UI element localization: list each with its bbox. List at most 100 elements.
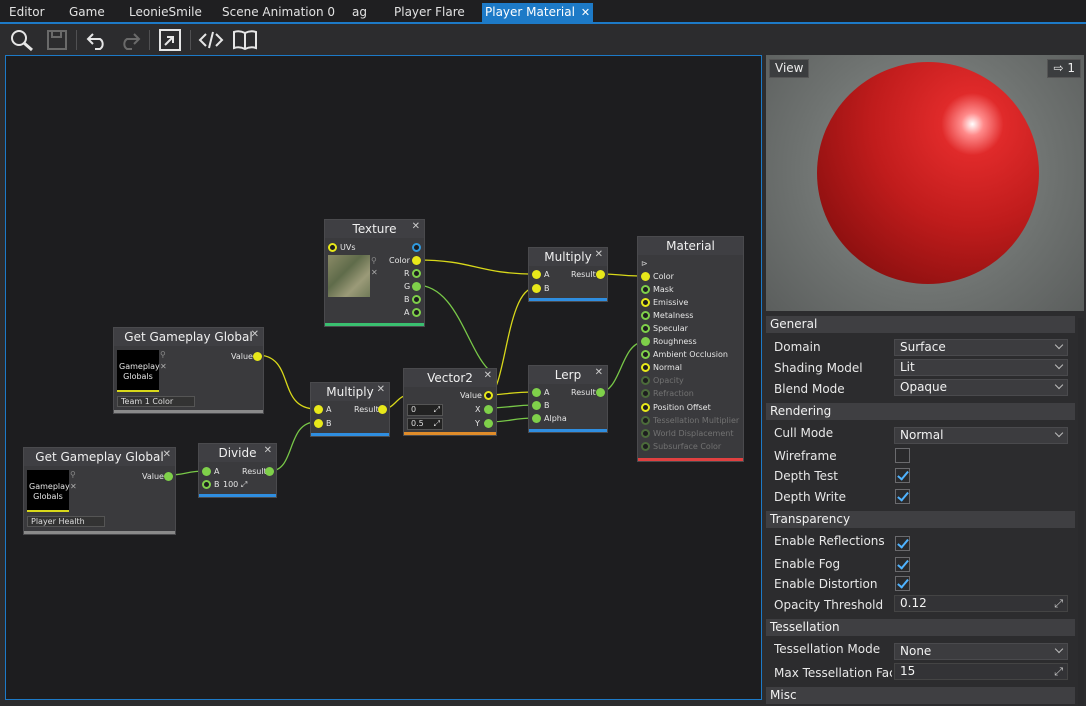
view-button[interactable]: View (769, 59, 810, 78)
a-input-port[interactable] (532, 270, 541, 279)
tab-player-material[interactable]: Player Material ✕ (482, 3, 594, 22)
section-misc[interactable]: Misc (766, 687, 1075, 704)
b-output-port[interactable] (412, 295, 421, 304)
get-gameplay-global-node[interactable]: Get Gameplay Global ✕ Value Gameplay Glob… (23, 447, 176, 535)
docs-icon[interactable] (231, 27, 259, 53)
close-icon[interactable]: ✕ (412, 218, 420, 236)
domain-dropdown[interactable]: Surface (894, 339, 1068, 356)
global-variable-select[interactable]: Team 1 Color (117, 396, 195, 407)
clear-icon[interactable]: ✕ (70, 482, 77, 492)
shading-model-dropdown[interactable]: Lit (894, 359, 1068, 376)
divide-node[interactable]: Divide ✕ A B 100 ⤢ Result (198, 443, 277, 498)
blend-mode-dropdown[interactable]: Opaque (894, 379, 1068, 396)
result-output-port[interactable] (265, 467, 274, 476)
pick-icon[interactable]: ⚲ (160, 350, 166, 360)
material-input-port[interactable] (641, 350, 650, 359)
a-input-port[interactable] (532, 388, 541, 397)
close-icon[interactable]: ✕ (581, 6, 590, 19)
uvs-input-port[interactable] (328, 243, 337, 252)
tab-scene-animation[interactable]: Scene Animation 0 (219, 3, 338, 22)
a-input-port[interactable] (314, 405, 323, 414)
source-code-icon[interactable] (197, 27, 225, 53)
a-output-port[interactable] (412, 308, 421, 317)
save-icon[interactable] (43, 27, 71, 53)
pick-icon[interactable]: ⚲ (70, 470, 76, 480)
get-gameplay-global-node[interactable]: Get Gameplay Global ✕ Value Gameplay Glob… (113, 327, 264, 414)
max-tessellation-factor-input[interactable]: 15 ⤢ (894, 663, 1068, 680)
slider-drag-icon[interactable]: ⤢ (1054, 596, 1063, 611)
material-input-port[interactable] (641, 285, 650, 294)
material-input-port[interactable] (641, 403, 650, 412)
material-input-port[interactable] (641, 337, 650, 346)
camera-speed-button[interactable]: ⇨ 1 (1047, 59, 1081, 78)
color-output-port[interactable] (412, 256, 421, 265)
tab-ag[interactable]: ag (349, 3, 370, 22)
material-graph-canvas[interactable]: Texture ✕ UVs ⚲ ✕ Color R G B A Multiply ✕… (5, 55, 762, 700)
alpha-input-port[interactable] (532, 414, 541, 423)
g-output-port[interactable] (412, 282, 421, 291)
b-input-port[interactable] (532, 284, 541, 293)
material-input-port[interactable] (641, 311, 650, 320)
a-input-port[interactable] (202, 467, 211, 476)
material-input-port[interactable] (641, 272, 650, 281)
x-output-port[interactable] (484, 405, 493, 414)
r-output-port[interactable] (412, 269, 421, 278)
result-output-port[interactable] (596, 388, 605, 397)
opacity-threshold-input[interactable]: 0.12 ⤢ (894, 595, 1068, 612)
b-input-port[interactable] (314, 419, 323, 428)
material-preview[interactable]: View ⇨ 1 (766, 55, 1084, 311)
close-icon[interactable]: ✕ (251, 326, 259, 344)
y-value-field[interactable]: 0.5 ⤢ (407, 418, 443, 430)
y-output-port[interactable] (484, 419, 493, 428)
close-icon[interactable]: ✕ (595, 364, 603, 382)
b-input-port[interactable] (532, 401, 541, 410)
texture-node[interactable]: Texture ✕ UVs ⚲ ✕ Color R G B A (324, 219, 425, 327)
result-output-port[interactable] (596, 270, 605, 279)
fit-view-icon[interactable] (156, 27, 184, 53)
slider-drag-icon[interactable]: ⤢ (1054, 664, 1063, 679)
multiply-node[interactable]: Multiply ✕ A B Result (528, 247, 608, 302)
section-rendering[interactable]: Rendering (766, 403, 1075, 420)
clear-icon[interactable]: ✕ (371, 268, 378, 278)
wireframe-checkbox[interactable] (895, 448, 910, 463)
x-value-field[interactable]: 0 ⤢ (407, 404, 443, 416)
section-tessellation[interactable]: Tessellation (766, 619, 1075, 636)
section-transparency[interactable]: Transparency (766, 511, 1075, 528)
material-input-port[interactable] (641, 363, 650, 372)
depth-test-checkbox[interactable] (895, 468, 910, 483)
vector2-node[interactable]: Vector2 ✕ Value 0 ⤢ 0.5 ⤢ X Y (403, 368, 497, 436)
close-icon[interactable]: ✕ (484, 367, 492, 385)
search-icon[interactable] (8, 27, 36, 53)
enable-reflections-checkbox[interactable] (895, 536, 910, 551)
tab-editor[interactable]: Editor (6, 3, 48, 22)
close-icon[interactable]: ✕ (377, 381, 385, 399)
tab-game[interactable]: Game (66, 3, 108, 22)
lerp-node[interactable]: Lerp ✕ A B Alpha Result (528, 365, 608, 433)
material-output-node[interactable]: Material ⊳ Color Mask Emissive Metalness… (637, 236, 744, 462)
material-input-port[interactable] (641, 298, 650, 307)
properties-scrollbar[interactable] (1078, 318, 1084, 706)
global-variable-select[interactable]: Player Health (27, 516, 105, 527)
enable-distortion-checkbox[interactable] (895, 576, 910, 591)
material-input-port[interactable] (641, 324, 650, 333)
result-output-port[interactable] (378, 405, 387, 414)
tab-leoniesmile[interactable]: LeonieSmile (126, 3, 205, 22)
globals-asset-thumbnail[interactable]: Gameplay Globals (27, 470, 70, 512)
close-icon[interactable]: ✕ (595, 246, 603, 264)
value-output-port[interactable] (484, 391, 493, 400)
b-input-port[interactable] (202, 480, 211, 489)
undo-icon[interactable] (83, 27, 111, 53)
redo-icon[interactable] (116, 27, 144, 53)
cull-mode-dropdown[interactable]: Normal (894, 427, 1068, 444)
clear-icon[interactable]: ✕ (160, 362, 167, 372)
globals-asset-thumbnail[interactable]: Gameplay Globals (117, 350, 160, 392)
pick-icon[interactable]: ⚲ (371, 256, 377, 266)
tab-player-flare[interactable]: Player Flare (391, 3, 468, 22)
close-icon[interactable]: ✕ (163, 446, 171, 464)
value-output-port[interactable] (164, 472, 173, 481)
b-value-field[interactable]: 100 ⤢ (223, 480, 247, 490)
enable-fog-checkbox[interactable] (895, 557, 910, 572)
texture-thumbnail[interactable] (328, 255, 370, 297)
tessellation-mode-dropdown[interactable]: None (894, 643, 1068, 660)
texture-object-output-port[interactable] (412, 243, 421, 252)
